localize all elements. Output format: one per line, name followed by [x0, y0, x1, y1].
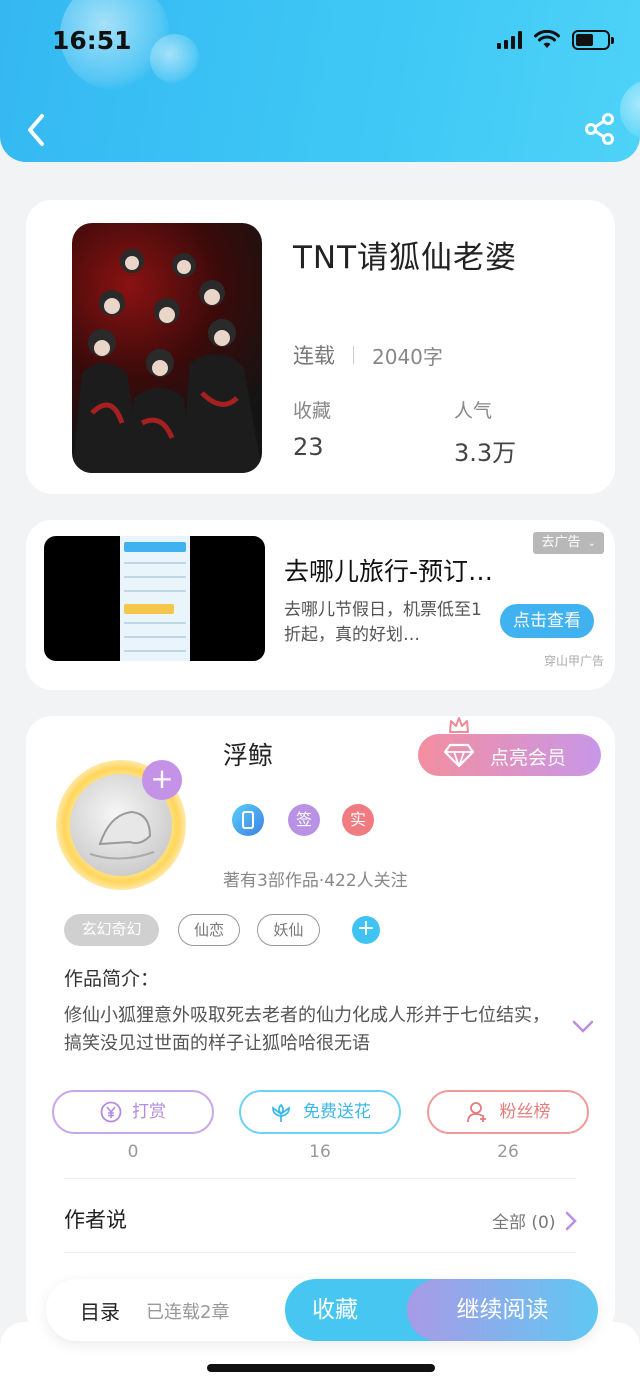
genre-tag[interactable]: 妖仙: [257, 914, 320, 946]
signal-icon: [497, 31, 522, 49]
ad-card[interactable]: 去哪儿旅行-预订… 去哪儿节假日，机票低至1折起，真的好划… 点击查看 去广告 …: [26, 520, 615, 690]
popularity-stat: 人气 3.3万: [454, 396, 516, 468]
genre-tag[interactable]: 仙恋: [178, 914, 240, 946]
book-meta: 连载 2040字: [293, 340, 443, 370]
remove-ad-button[interactable]: 去广告 ⌄: [533, 532, 604, 554]
book-title: TNT请狐仙老婆: [293, 240, 518, 276]
author-works-info: 著有3部作品·422人关注: [223, 871, 408, 891]
badge-signed[interactable]: 签: [288, 804, 320, 836]
battery-icon: [572, 30, 614, 50]
divider: [64, 1252, 576, 1253]
user-icon: [466, 1102, 486, 1123]
continue-reading-button[interactable]: 继续阅读: [407, 1279, 598, 1341]
serial-info: 已连载2章: [146, 1302, 230, 1323]
reward-count: 0: [127, 1142, 139, 1162]
yen-icon: [100, 1101, 122, 1123]
book-info-card: TNT请狐仙老婆 连载 2040字 收藏 23 人气 3.3万: [26, 200, 615, 494]
divider: [64, 1178, 576, 1179]
book-cover-image[interactable]: [72, 223, 262, 473]
meta-divider: [353, 346, 354, 364]
bottom-action-bar: 目录 已连载2章 收藏 继续阅读: [46, 1279, 598, 1341]
author-says-all-label: 全部 (0): [492, 1213, 556, 1233]
chevron-down-icon: ⌄: [587, 538, 596, 549]
expand-chevron-icon[interactable]: [572, 1020, 594, 1034]
header: 16:51: [0, 0, 640, 162]
ad-description: 去哪儿节假日，机票低至1折起，真的好划…: [284, 600, 482, 645]
reward-button[interactable]: 打赏: [52, 1090, 214, 1134]
ad-image[interactable]: [44, 536, 265, 661]
author-card: + 浮鲸 点亮会员 签 实 著有3部作品·422人关注 玄幻奇幻 仙恋 妖仙 +…: [26, 716, 615, 1336]
favorite-button-label: 收藏: [312, 1297, 358, 1323]
vip-button-label: 点亮会员: [490, 747, 567, 769]
flower-icon: [272, 1103, 290, 1122]
fan-ranking-button[interactable]: 粉丝榜: [427, 1090, 589, 1134]
reward-label: 打赏: [132, 1102, 166, 1122]
share-icon[interactable]: [584, 112, 616, 146]
ad-screenshot: [120, 536, 190, 661]
add-tag-button[interactable]: +: [352, 916, 380, 944]
ad-title: 去哪儿旅行-预订…: [284, 557, 494, 586]
phone-icon: [242, 811, 254, 829]
decor-bubble: [150, 34, 200, 84]
author-name: 浮鲸: [223, 741, 274, 770]
decor-bubble: [620, 80, 640, 140]
author-says-heading: 作者说: [64, 1208, 127, 1232]
favorites-value: 23: [293, 433, 324, 461]
badge-verified[interactable]: [232, 804, 264, 836]
badge-real-name[interactable]: 实: [342, 804, 374, 836]
ad-source: 穿山甲广告: [543, 654, 604, 668]
status-icons: [497, 30, 614, 50]
remove-ad-label: 去广告: [541, 535, 581, 550]
favorites-stat: 收藏 23: [293, 396, 331, 461]
cover-art: [72, 249, 262, 473]
crown-icon: [449, 717, 469, 733]
word-count: 2040字: [372, 344, 443, 369]
genre-tag[interactable]: 玄幻奇幻: [64, 914, 159, 946]
follow-plus-button[interactable]: +: [142, 760, 182, 800]
author-says-all-link[interactable]: 全部 (0): [492, 1208, 578, 1233]
book-status: 连载: [293, 344, 335, 368]
flower-count: 16: [309, 1142, 331, 1162]
diamond-icon: [444, 743, 474, 767]
popularity-value: 3.3万: [454, 439, 517, 467]
popularity-label: 人气: [454, 400, 493, 422]
ad-view-button[interactable]: 点击查看: [500, 604, 594, 638]
intro-text: 修仙小狐狸意外吸取死去老者的仙力化成人形并于七位结实，搞笑没见过世面的样子让狐哈…: [64, 1005, 550, 1054]
chevron-right-icon: [566, 1211, 578, 1230]
intro-heading: 作品简介：: [64, 968, 160, 990]
fan-ranking-label: 粉丝榜: [499, 1102, 551, 1122]
home-indicator: [207, 1364, 435, 1372]
status-time: 16:51: [52, 26, 132, 55]
fan-count: 26: [497, 1142, 519, 1162]
table-of-contents-button[interactable]: 目录: [80, 1296, 120, 1325]
wifi-icon: [534, 30, 560, 48]
send-flower-button[interactable]: 免费送花: [239, 1090, 401, 1134]
vip-button[interactable]: 点亮会员: [418, 734, 601, 776]
favorites-label: 收藏: [293, 400, 332, 422]
send-flower-label: 免费送花: [303, 1102, 371, 1122]
back-arrow-icon[interactable]: [22, 110, 52, 150]
